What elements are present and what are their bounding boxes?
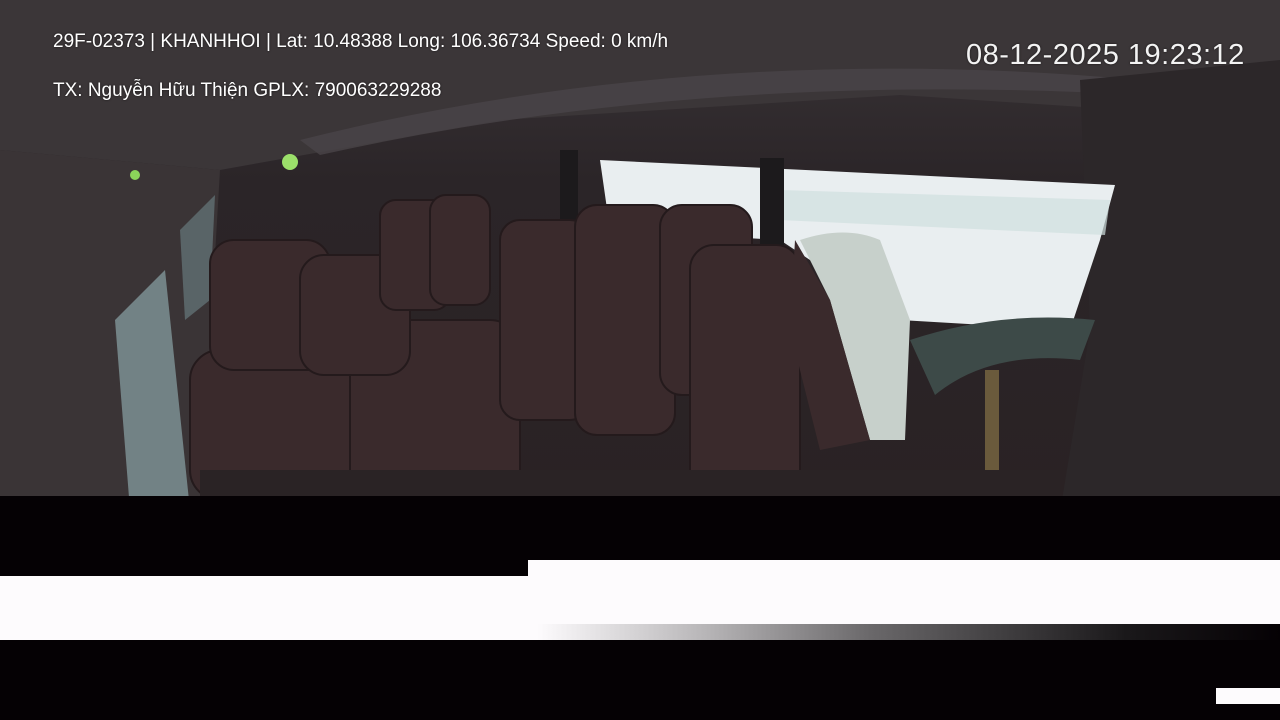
video-artifact-band bbox=[0, 576, 1280, 624]
video-artifact-band bbox=[0, 512, 1280, 560]
video-artifact-band bbox=[0, 640, 1280, 720]
timestamp-overlay: 08-12-2025 19:23:12 bbox=[966, 39, 1245, 71]
video-artifact-band bbox=[0, 560, 528, 576]
video-artifact-band bbox=[0, 496, 1280, 512]
driver-info-overlay: TX: Nguyễn Hữu Thiện GPLX: 790063229288 bbox=[53, 80, 442, 101]
bus-interior-scene bbox=[0, 0, 1280, 512]
video-artifact-band bbox=[1216, 688, 1280, 704]
camera-frame: 29F-02373 | KHANHHOI | Lat: 10.48388 Lon… bbox=[0, 0, 1280, 512]
video-artifact-band bbox=[528, 560, 1280, 576]
video-artifact-band bbox=[0, 624, 1280, 640]
vehicle-info-overlay: 29F-02373 | KHANHHOI | Lat: 10.48388 Lon… bbox=[53, 31, 669, 52]
